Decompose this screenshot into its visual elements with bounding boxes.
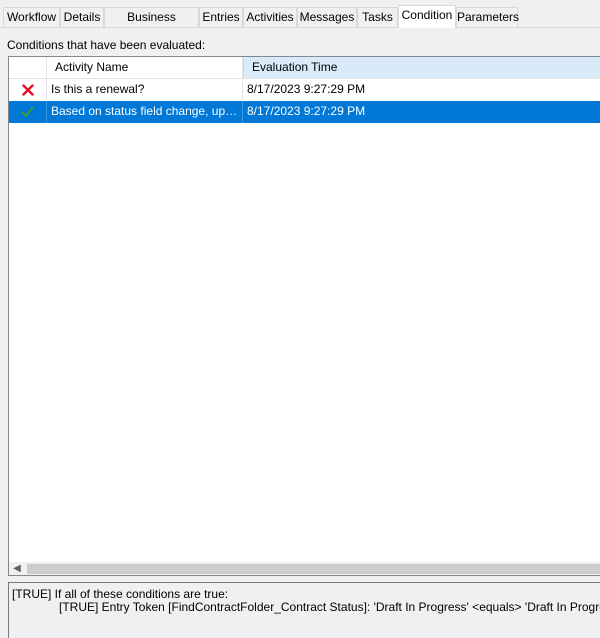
column-header-activity-name[interactable]: Activity Name xyxy=(47,57,243,78)
status-cell xyxy=(9,79,47,101)
evaluation-time-cell: 8/17/2023 9:27:29 PM xyxy=(247,82,366,96)
tab-parameters[interactable]: Parameters xyxy=(456,7,519,27)
evaluation-time-cell: 8/17/2023 9:27:29 PM xyxy=(247,104,366,118)
tab-condition[interactable]: Condition xyxy=(398,5,456,28)
condition-details: [TRUE] If all of these conditions are tr… xyxy=(8,582,600,638)
listview-header: Activity Name Evaluation Time xyxy=(9,57,600,79)
table-row[interactable]: Is this a renewal? 8/17/2023 9:27:29 PM xyxy=(9,79,600,101)
scrollbar-thumb[interactable] xyxy=(27,564,600,574)
green-check-icon xyxy=(21,106,34,117)
tab-workflow[interactable]: Workflow xyxy=(3,7,60,27)
tab-tasks[interactable]: Tasks xyxy=(357,7,398,27)
activity-name-cell: Is this a renewal? xyxy=(47,79,243,101)
horizontal-scrollbar[interactable]: ◀ xyxy=(8,562,600,576)
activity-name-cell: Based on status field change, update ... xyxy=(47,101,243,123)
red-x-icon xyxy=(21,84,34,96)
section-label: Conditions that have been evaluated: xyxy=(7,38,206,52)
column-header-status[interactable] xyxy=(9,57,47,78)
column-header-evaluation-time[interactable]: Evaluation Time xyxy=(243,57,600,78)
tab-details[interactable]: Details xyxy=(60,7,104,27)
conditions-listview[interactable]: Activity Name Evaluation Time Is this a … xyxy=(8,56,600,576)
tab-entries[interactable]: Entries xyxy=(199,7,243,27)
tab-business-process[interactable]: Business Process xyxy=(104,7,199,43)
scroll-left-arrow-icon[interactable]: ◀ xyxy=(9,562,25,575)
tab-messages[interactable]: Messages xyxy=(297,7,357,27)
details-line-1: [TRUE] If all of these conditions are tr… xyxy=(12,587,229,601)
status-cell xyxy=(9,101,47,123)
table-row[interactable]: Based on status field change, update ...… xyxy=(9,101,600,123)
tab-activities[interactable]: Activities xyxy=(243,7,297,27)
details-line-2: [TRUE] Entry Token [FindContractFolder_C… xyxy=(59,600,600,614)
tab-strip: Workflow Details Business Process Entrie… xyxy=(0,0,600,43)
